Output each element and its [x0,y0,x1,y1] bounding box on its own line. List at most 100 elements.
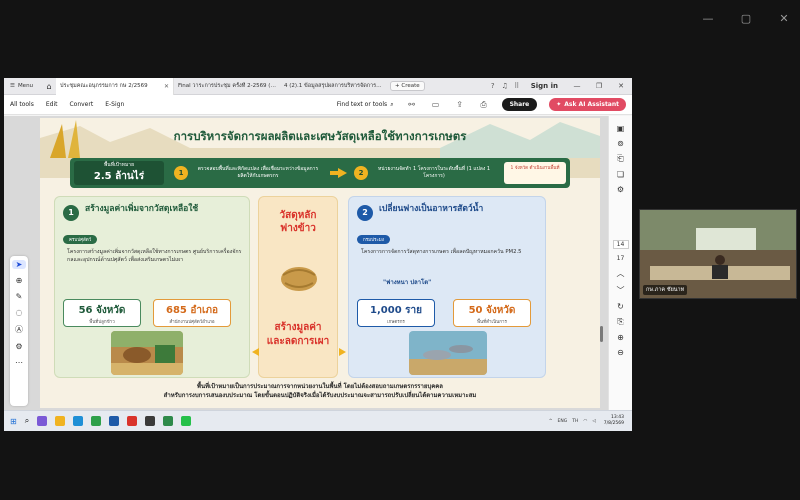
terminal-icon[interactable] [145,416,156,426]
step-one-badge: 1 [174,166,188,180]
language-indicator[interactable]: ENG [558,419,568,424]
new-tab-button[interactable]: + Create [390,81,425,91]
stat-value: 56 จังหวัด [78,305,126,316]
agency-pill: กรมประมง [357,235,390,244]
zoom-out-icon[interactable]: ⊖ [617,348,624,357]
tab-title: ประชุมคณะอนุกรรมการ กษ 2/2569 [60,83,148,89]
copy-icon[interactable]: ❏ [617,170,624,179]
wifi-icon[interactable]: ◠ [583,419,587,424]
excel-icon[interactable] [163,416,174,426]
zoom-in-icon[interactable]: ⊕ [617,333,624,342]
line-icon[interactable] [181,416,192,426]
budget-value: 2.5 ล้านไร่ [93,171,145,182]
bell-icon[interactable]: ♫ [499,82,511,90]
home-icon[interactable]: ⌂ [42,82,56,91]
minimize-button[interactable]: — [702,12,714,25]
tab-meeting[interactable]: ประชุมคณะอนุกรรมการ กษ 2/2569 ✕ [56,78,174,95]
upload-icon[interactable]: ⇪ [454,100,466,109]
center-heading-line1: วัสดุหลัก [279,210,317,221]
window-restore-icon[interactable]: ❐ [588,82,610,90]
ask-ai-label: Ask AI Assistant [564,101,619,108]
folder-icon[interactable] [55,416,66,426]
chevron-up-icon[interactable]: ^ [549,419,553,424]
windows-taskbar: ⊞ ⌕ ^ ENG TH ◠ ◁ 13:43 7/8/2569 [4,410,632,431]
menu-label: Menu [17,83,34,89]
convert-button[interactable]: Convert [69,101,93,108]
print-icon[interactable]: ⎙ [478,100,490,110]
clock-date: 7/8/2569 [603,421,624,426]
clock[interactable]: 13:43 7/8/2569 [604,415,624,427]
page-title: การบริหารจัดการผลผลิตและเศษวัสดุเหลือใช้… [173,129,467,143]
center-subheading-line1: สร้างมูลค่า [274,322,322,333]
page-fit-icon[interactable]: ⎘ [617,317,623,327]
page-number-input[interactable]: 14 [612,240,629,249]
ocr-icon[interactable]: ⚯ [406,100,418,109]
process-band: พื้นที่เป้าหมาย 2.5 ล้านไร่ 1 ตรวจสอบพื้… [70,158,570,188]
close-button[interactable]: ✕ [778,12,790,25]
tab-summary[interactable]: 4 (2).1 ข้อมูลสรุปผลการบริหารจัดการฯ... [280,78,386,95]
center-subheading-line2: และลดการเผา [266,336,330,347]
window-close-icon[interactable]: ✕ [610,82,632,90]
stat-value: 1,000 ราย [370,305,422,316]
ask-ai-button[interactable]: ✦ Ask AI Assistant [549,98,626,111]
search-icon[interactable]: ⌕ [25,416,29,426]
center-subheading: สร้างมูลค่า และลดการเผา [259,321,337,349]
find-text-label: Find text or tools [336,101,388,108]
more-icon[interactable]: ⋯ [15,358,23,367]
sign-in-button[interactable]: Sign in [531,82,558,90]
window-minimize-icon[interactable]: — [566,82,588,90]
step-one-text: ตรวจสอบพื้นที่และพิกัดแปลง เพื่อเชื่อมระ… [197,166,319,179]
input-indicator[interactable]: TH [572,419,578,424]
stat-provinces: 56 จังหวัด พื้นที่ปลูกข้าว [63,299,141,327]
card-number: 1 [63,205,79,221]
select-cursor-icon[interactable]: ➤ [12,260,26,269]
chevron-down-icon[interactable]: ﹀ [617,285,625,296]
province-box: 1 จังหวัด ดำเนินงานพื้นที่ [504,162,566,184]
stat-caption: สำนักงานปศุสัตว์อำเภอ [169,320,215,325]
menu-button[interactable]: ☰ Menu [4,83,42,89]
participant-video[interactable]: กษ.ภาค ชัยนาท [639,209,797,299]
windows-start-icon[interactable]: ⊞ [10,417,17,426]
stamp-icon[interactable]: ⚙ [15,342,22,351]
arrow-right-icon [339,348,346,356]
fish-photo [409,331,487,375]
tab-final-agenda[interactable]: Final วาระการประชุม ครั้งที่ 2-2569 (เลื… [174,78,280,95]
shared-screen: ☰ Menu ⌂ ประชุมคณะอนุกรรมการ กษ 2/2569 ✕… [4,78,632,431]
find-text-button[interactable]: Find text or tools ⌕ [337,101,394,109]
annotation-toolbar: ➤ ⊕ ✎ ◌ Ⓐ ⚙ ⋯ [10,256,28,406]
text-tool-icon[interactable]: Ⓐ [15,324,23,335]
agency-pill: ครบปศุสัตว์ [63,235,98,244]
close-tab-icon[interactable]: ✕ [164,83,169,90]
maximize-button[interactable]: ▢ [740,12,752,25]
rice-straw-card: วัสดุหลัก ฟางข้าว สร้างมูลค่า และลดการเผ… [258,196,338,378]
e-sign-button[interactable]: E-Sign [105,101,124,108]
zoom-icon[interactable]: ⊕ [16,276,23,285]
chevron-up-icon[interactable]: ︿ [617,268,625,279]
comment-icon[interactable]: ▣ [617,124,625,133]
chrome-icon[interactable] [91,416,102,426]
help-icon[interactable]: ? [487,82,499,90]
value-added-card: 1 สร้างมูลค่าเพิ่มจากวัสดุเหลือใช้ ครบปศ… [54,196,250,378]
word-icon[interactable] [109,416,120,426]
stat-caption: พื้นที่ดำเนินการ [477,320,507,325]
volume-icon[interactable]: ◁ [592,419,595,424]
app-icon[interactable] [37,416,48,426]
share-button[interactable]: Share [501,98,538,111]
step-two-badge: 2 [354,166,368,180]
bookmark-icon[interactable]: ⎗ [617,154,623,164]
edit-button[interactable]: Edit [46,101,58,108]
card-description: โครงการการจัดการวัสดุทางการเกษตร เพื่อลด… [361,249,522,255]
meeting-window: — ▢ ✕ ☰ Menu ⌂ ประชุมคณะอนุกรรมการ กษ 2/… [0,0,800,500]
acrobat-icon[interactable] [127,416,138,426]
refresh-icon[interactable]: ↻ [617,302,624,311]
save-icon[interactable]: ▭ [430,100,442,109]
link-icon[interactable]: ⊚ [617,139,624,148]
apps-icon[interactable]: ⠿ [511,82,523,90]
all-tools-button[interactable]: All tools [10,101,34,108]
edge-icon[interactable] [73,416,84,426]
pen-icon[interactable]: ✎ [16,292,23,301]
center-heading: วัสดุหลัก ฟางข้าว [259,209,337,235]
lasso-icon[interactable]: ◌ [16,308,23,317]
scrollbar-thumb[interactable] [600,326,603,342]
settings-icon[interactable]: ⚙ [617,185,624,194]
